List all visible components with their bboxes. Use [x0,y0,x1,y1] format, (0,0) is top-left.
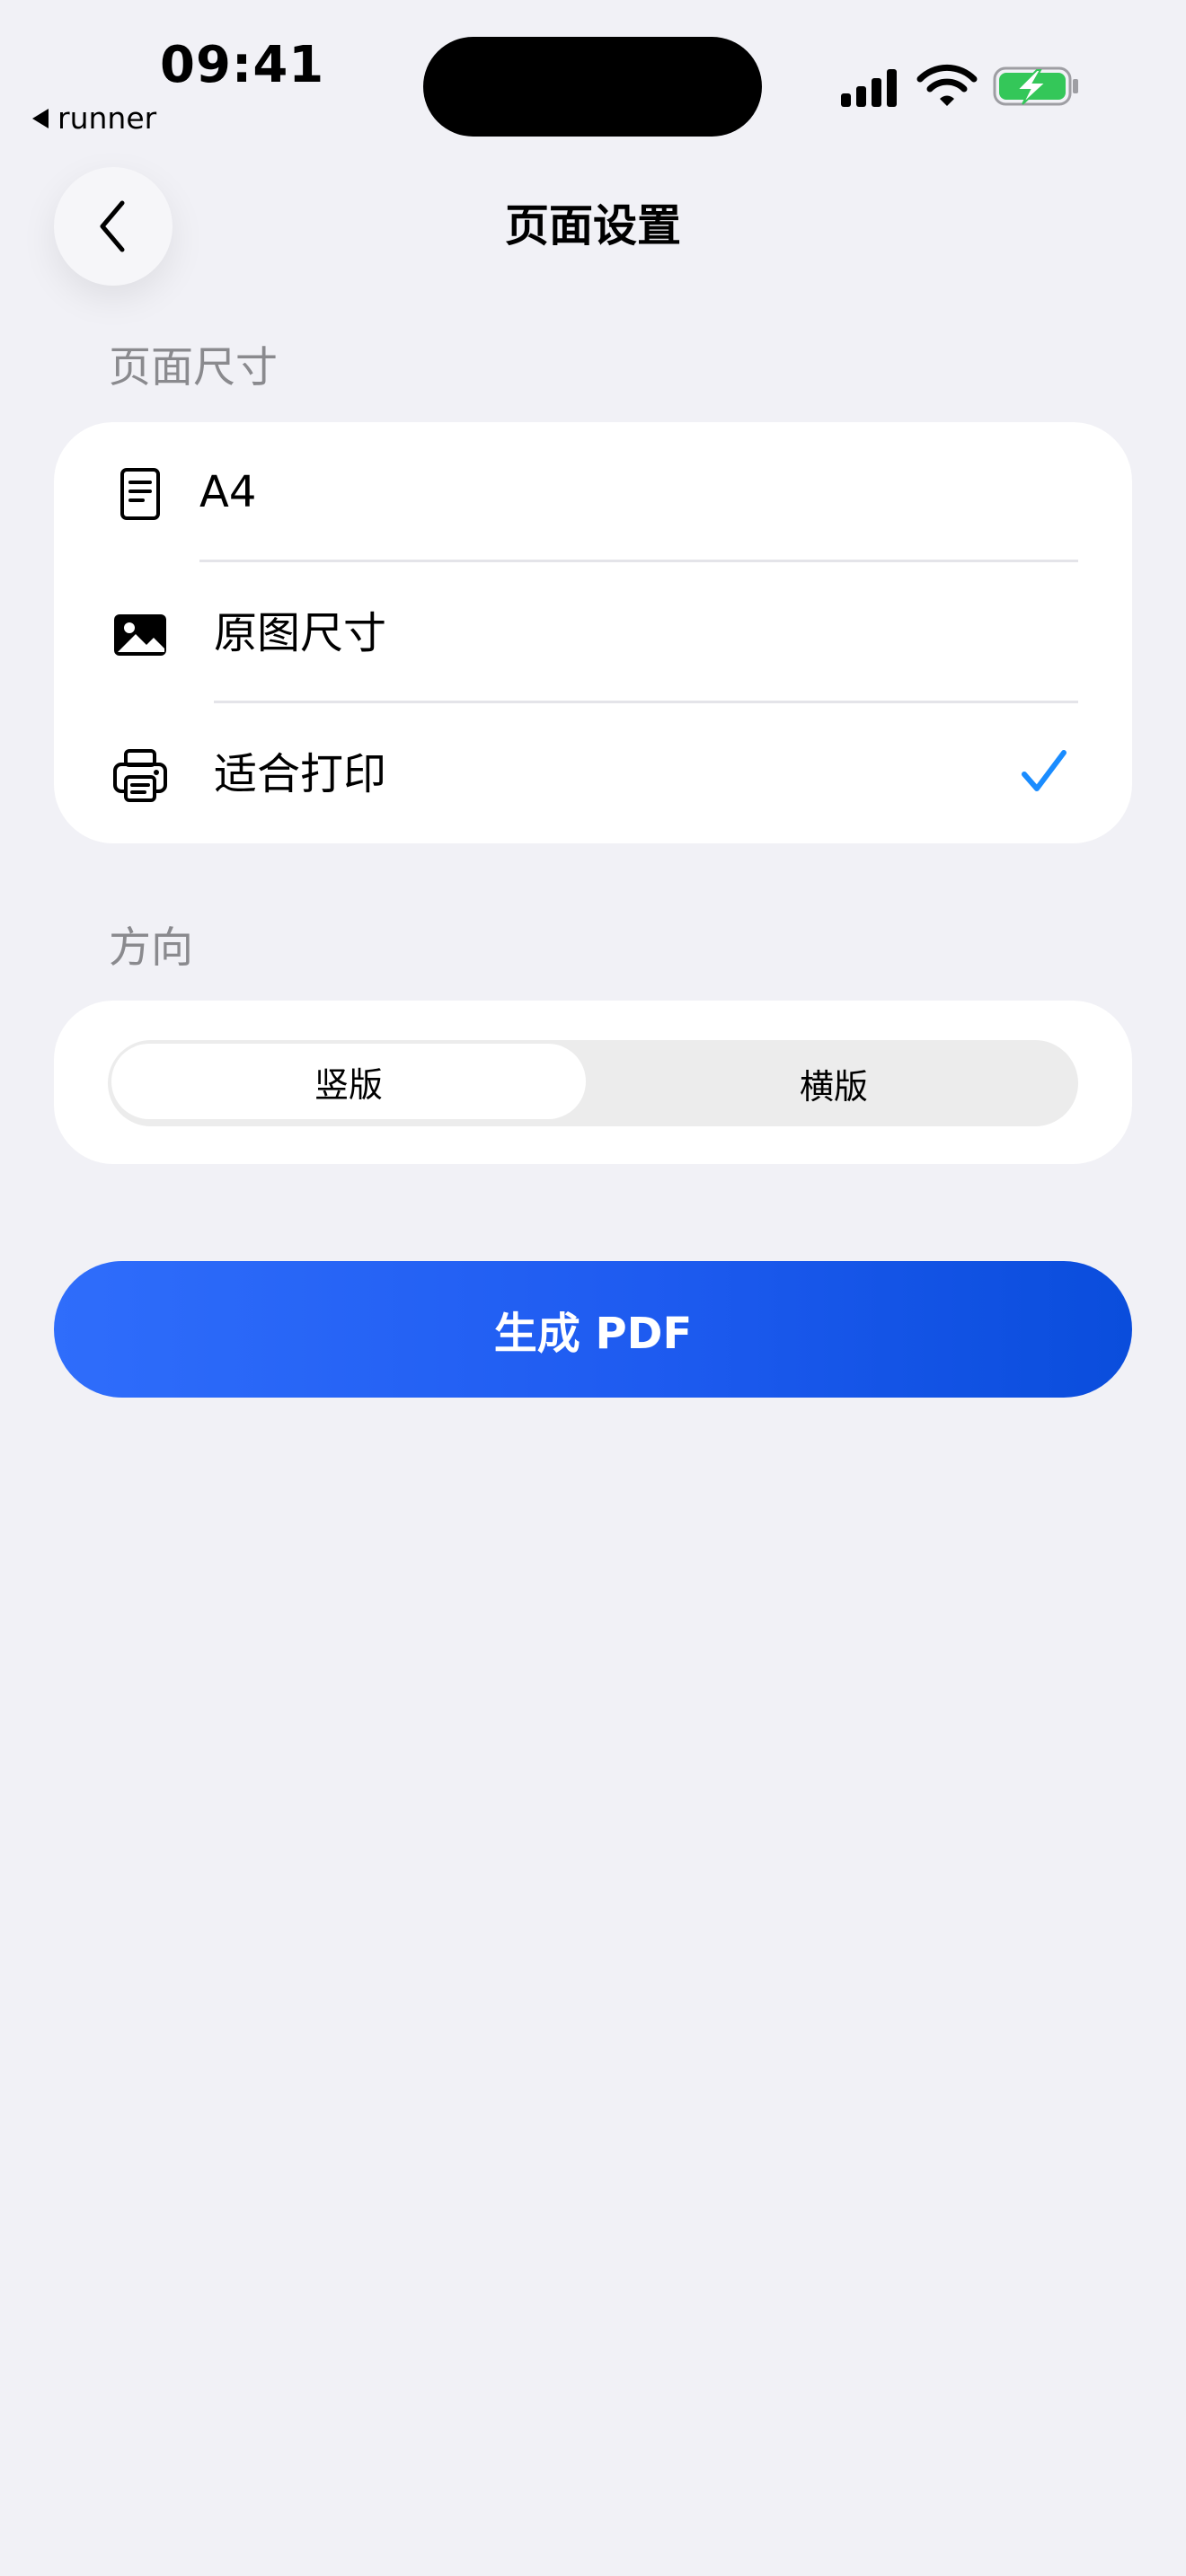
dynamic-island [423,37,762,137]
cellular-signal-icon [841,69,897,107]
back-to-app-link[interactable]: runner [32,99,156,138]
orientation-section-label: 方向 [109,923,193,973]
divider [199,560,1078,562]
page-size-option-original[interactable]: 原图尺寸 [54,563,1132,704]
orientation-option-label: 竖版 [314,1064,383,1105]
battery-charging-icon [993,66,1078,106]
orientation-option-landscape[interactable]: 横版 [593,1040,1075,1126]
divider [214,701,1078,703]
status-icons [841,64,1078,107]
page-size-option-fit-print[interactable]: 适合打印 [54,704,1132,845]
page-size-section-label: 页面尺寸 [109,343,278,393]
document-icon [120,468,160,520]
orientation-card: 竖版 横版 [54,1001,1132,1164]
generate-pdf-label: 生成 PDF [493,1309,693,1359]
orientation-segmented-control: 竖版 横版 [108,1040,1078,1126]
checkmark-icon [1022,750,1067,791]
page-title: 页面设置 [504,200,681,251]
back-app-label: runner [58,101,157,136]
status-time: 09:41 [160,36,325,94]
back-triangle-icon [32,109,49,128]
page-size-option-label: 原图尺寸 [214,608,387,658]
wifi-icon [916,64,978,106]
orientation-option-label: 横版 [799,1066,868,1107]
page-size-card: A4 原图尺寸 适合打印 [54,422,1132,843]
orientation-option-portrait[interactable]: 竖版 [111,1044,586,1119]
image-icon [114,614,166,656]
page-size-option-label: 适合打印 [214,749,387,799]
generate-pdf-button[interactable]: 生成 PDF [54,1261,1132,1398]
printer-icon [113,749,167,802]
page-size-option-label: A4 [199,467,257,517]
page-size-option-a4[interactable]: A4 [54,422,1132,563]
